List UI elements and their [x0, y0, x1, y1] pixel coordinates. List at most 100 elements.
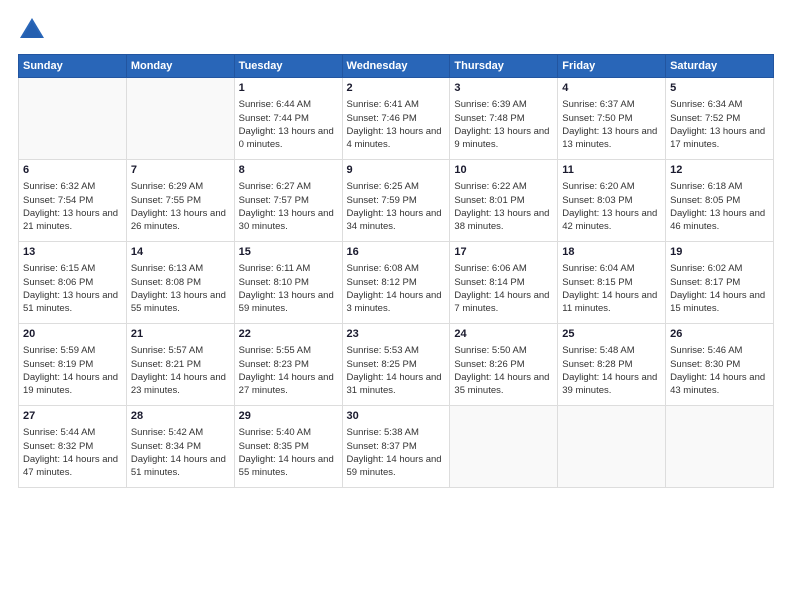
calendar-cell: [558, 406, 666, 488]
day-info-text: Daylight: 14 hours and 27 minutes.: [239, 371, 338, 398]
day-info-text: Sunrise: 6:11 AM: [239, 262, 338, 275]
calendar-cell: [450, 406, 558, 488]
weekday-header-saturday: Saturday: [666, 55, 774, 78]
day-info-text: Daylight: 14 hours and 47 minutes.: [23, 453, 122, 480]
day-info-text: Daylight: 14 hours and 19 minutes.: [23, 371, 122, 398]
day-info-text: Sunrise: 5:55 AM: [239, 344, 338, 357]
day-info-text: Daylight: 14 hours and 51 minutes.: [131, 453, 230, 480]
day-info-text: Sunrise: 6:13 AM: [131, 262, 230, 275]
day-info-text: Sunrise: 6:06 AM: [454, 262, 553, 275]
day-info-text: Daylight: 14 hours and 43 minutes.: [670, 371, 769, 398]
day-number: 28: [131, 409, 230, 424]
day-info-text: Sunrise: 6:27 AM: [239, 180, 338, 193]
calendar-cell: 7Sunrise: 6:29 AMSunset: 7:55 PMDaylight…: [126, 160, 234, 242]
day-number: 29: [239, 409, 338, 424]
calendar-cell: 21Sunrise: 5:57 AMSunset: 8:21 PMDayligh…: [126, 324, 234, 406]
day-info-text: Sunset: 8:30 PM: [670, 358, 769, 371]
day-info-text: Sunset: 8:21 PM: [131, 358, 230, 371]
day-info-text: Sunrise: 6:34 AM: [670, 98, 769, 111]
day-info-text: Sunset: 8:26 PM: [454, 358, 553, 371]
day-number: 23: [347, 327, 446, 342]
day-info-text: Daylight: 14 hours and 39 minutes.: [562, 371, 661, 398]
weekday-header-row: SundayMondayTuesdayWednesdayThursdayFrid…: [19, 55, 774, 78]
calendar-cell: 18Sunrise: 6:04 AMSunset: 8:15 PMDayligh…: [558, 242, 666, 324]
calendar-cell: 1Sunrise: 6:44 AMSunset: 7:44 PMDaylight…: [234, 78, 342, 160]
calendar-cell: 28Sunrise: 5:42 AMSunset: 8:34 PMDayligh…: [126, 406, 234, 488]
weekday-header-sunday: Sunday: [19, 55, 127, 78]
day-info-text: Sunset: 8:15 PM: [562, 276, 661, 289]
day-info-text: Daylight: 14 hours and 31 minutes.: [347, 371, 446, 398]
day-number: 20: [23, 327, 122, 342]
calendar-cell: 12Sunrise: 6:18 AMSunset: 8:05 PMDayligh…: [666, 160, 774, 242]
logo: [18, 16, 52, 44]
calendar-cell: 15Sunrise: 6:11 AMSunset: 8:10 PMDayligh…: [234, 242, 342, 324]
day-number: 15: [239, 245, 338, 260]
calendar-cell: 23Sunrise: 5:53 AMSunset: 8:25 PMDayligh…: [342, 324, 450, 406]
day-number: 7: [131, 163, 230, 178]
day-info-text: Daylight: 13 hours and 4 minutes.: [347, 125, 446, 152]
day-info-text: Sunset: 7:57 PM: [239, 194, 338, 207]
day-info-text: Sunrise: 6:22 AM: [454, 180, 553, 193]
day-number: 16: [347, 245, 446, 260]
day-info-text: Sunrise: 5:48 AM: [562, 344, 661, 357]
day-info-text: Sunset: 8:08 PM: [131, 276, 230, 289]
day-number: 12: [670, 163, 769, 178]
day-info-text: Sunset: 8:17 PM: [670, 276, 769, 289]
day-info-text: Daylight: 14 hours and 55 minutes.: [239, 453, 338, 480]
day-info-text: Sunset: 8:32 PM: [23, 440, 122, 453]
calendar-cell: 2Sunrise: 6:41 AMSunset: 7:46 PMDaylight…: [342, 78, 450, 160]
calendar-cell: [666, 406, 774, 488]
day-info-text: Sunset: 7:55 PM: [131, 194, 230, 207]
day-info-text: Sunset: 8:23 PM: [239, 358, 338, 371]
day-info-text: Sunrise: 6:39 AM: [454, 98, 553, 111]
day-info-text: Sunset: 8:35 PM: [239, 440, 338, 453]
day-number: 8: [239, 163, 338, 178]
calendar-cell: 14Sunrise: 6:13 AMSunset: 8:08 PMDayligh…: [126, 242, 234, 324]
day-number: 13: [23, 245, 122, 260]
calendar-cell: [19, 78, 127, 160]
header: [18, 16, 774, 44]
calendar-cell: [126, 78, 234, 160]
calendar-cell: 25Sunrise: 5:48 AMSunset: 8:28 PMDayligh…: [558, 324, 666, 406]
logo-icon: [18, 16, 46, 44]
day-number: 14: [131, 245, 230, 260]
calendar-cell: 3Sunrise: 6:39 AMSunset: 7:48 PMDaylight…: [450, 78, 558, 160]
calendar-cell: 9Sunrise: 6:25 AMSunset: 7:59 PMDaylight…: [342, 160, 450, 242]
day-number: 9: [347, 163, 446, 178]
day-number: 11: [562, 163, 661, 178]
day-info-text: Sunset: 8:37 PM: [347, 440, 446, 453]
day-number: 10: [454, 163, 553, 178]
day-info-text: Sunset: 7:59 PM: [347, 194, 446, 207]
week-row-4: 20Sunrise: 5:59 AMSunset: 8:19 PMDayligh…: [19, 324, 774, 406]
day-info-text: Sunrise: 6:08 AM: [347, 262, 446, 275]
day-info-text: Sunrise: 5:44 AM: [23, 426, 122, 439]
day-number: 30: [347, 409, 446, 424]
day-info-text: Sunrise: 6:41 AM: [347, 98, 446, 111]
calendar-cell: 5Sunrise: 6:34 AMSunset: 7:52 PMDaylight…: [666, 78, 774, 160]
day-info-text: Daylight: 14 hours and 15 minutes.: [670, 289, 769, 316]
day-info-text: Sunset: 8:34 PM: [131, 440, 230, 453]
page: SundayMondayTuesdayWednesdayThursdayFrid…: [0, 0, 792, 612]
day-info-text: Daylight: 13 hours and 30 minutes.: [239, 207, 338, 234]
week-row-2: 6Sunrise: 6:32 AMSunset: 7:54 PMDaylight…: [19, 160, 774, 242]
day-info-text: Daylight: 13 hours and 38 minutes.: [454, 207, 553, 234]
day-number: 3: [454, 81, 553, 96]
day-info-text: Sunset: 8:12 PM: [347, 276, 446, 289]
weekday-header-tuesday: Tuesday: [234, 55, 342, 78]
day-info-text: Sunrise: 5:57 AM: [131, 344, 230, 357]
day-info-text: Daylight: 14 hours and 3 minutes.: [347, 289, 446, 316]
day-info-text: Sunset: 8:28 PM: [562, 358, 661, 371]
calendar-cell: 6Sunrise: 6:32 AMSunset: 7:54 PMDaylight…: [19, 160, 127, 242]
day-number: 5: [670, 81, 769, 96]
day-info-text: Sunrise: 6:29 AM: [131, 180, 230, 193]
day-info-text: Sunrise: 6:25 AM: [347, 180, 446, 193]
day-info-text: Sunrise: 5:38 AM: [347, 426, 446, 439]
calendar-cell: 26Sunrise: 5:46 AMSunset: 8:30 PMDayligh…: [666, 324, 774, 406]
day-info-text: Sunrise: 5:46 AM: [670, 344, 769, 357]
day-info-text: Sunset: 8:25 PM: [347, 358, 446, 371]
calendar-cell: 4Sunrise: 6:37 AMSunset: 7:50 PMDaylight…: [558, 78, 666, 160]
day-info-text: Sunrise: 6:04 AM: [562, 262, 661, 275]
day-number: 1: [239, 81, 338, 96]
day-info-text: Sunrise: 6:20 AM: [562, 180, 661, 193]
day-info-text: Sunrise: 6:15 AM: [23, 262, 122, 275]
